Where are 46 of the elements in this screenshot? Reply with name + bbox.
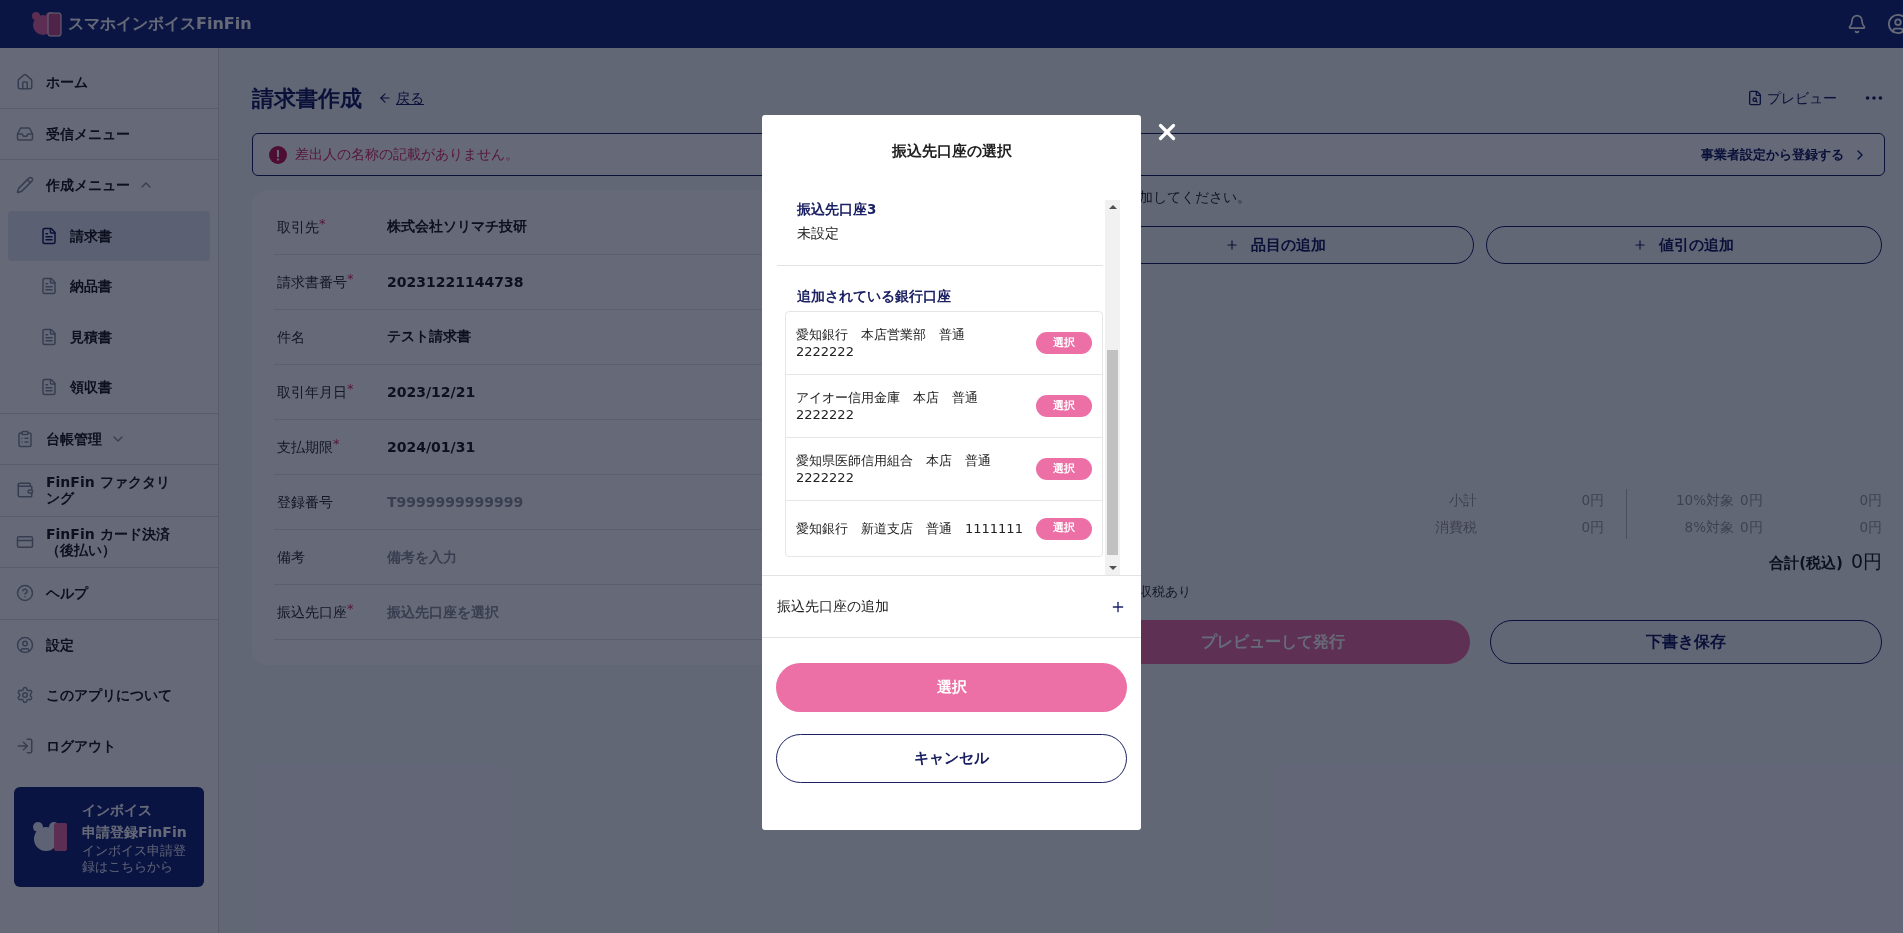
required-mark: *	[347, 271, 354, 286]
field-label: 支払期限	[277, 437, 333, 457]
field-label: 登録番号	[277, 492, 333, 512]
button-label: 値引の追加	[1659, 234, 1735, 256]
field-label: 件名	[277, 327, 305, 347]
sidebar-label: 納品書	[70, 278, 112, 295]
sidebar-label: 台帳管理	[46, 430, 102, 447]
add-account-label: 振込先口座の追加	[777, 597, 889, 617]
account-title: 振込先口座3	[796, 200, 878, 218]
sidebar-label: 受信メニュー	[46, 125, 130, 142]
account-text: 愛知県医師信用組合 本店 普通 2222222	[796, 452, 992, 486]
page-title: 請求書作成	[252, 84, 362, 113]
required-mark: *	[347, 381, 354, 396]
grand-total-value: 0円	[1850, 549, 1882, 574]
account-text: 愛知銀行 新道支店 普通 1111111	[796, 520, 1024, 537]
grand-total-label: 合計(税込)	[1769, 553, 1843, 574]
sidebar-label: 領収書	[70, 379, 112, 396]
field-label: 取引年月日	[277, 382, 347, 402]
sidebar-label: 請求書	[70, 227, 112, 244]
sidebar-label: このアプリについて	[46, 687, 172, 704]
sidebar-label: 設定	[46, 636, 74, 653]
sidebar-label: 作成メニュー	[46, 177, 130, 194]
sidebar-label: ヘルプ	[46, 585, 88, 602]
button-label: 品目の追加	[1250, 234, 1326, 256]
field-label: 請求書番号	[277, 272, 347, 292]
sidebar-label: FinFin ファクタリング	[46, 474, 171, 507]
promo-subtitle: 申請登録FinFin	[82, 823, 188, 842]
field-label: 備考	[277, 547, 305, 567]
warning-message: 差出人の名称の記載がありません。	[295, 145, 519, 164]
account-text: 愛知銀行 本店営業部 普通 2222222	[796, 326, 966, 360]
app-logo-text: スマホインボイスFinFin	[68, 13, 252, 35]
required-mark: *	[319, 216, 326, 231]
sidebar-label: FinFin カード決済（後払い）	[46, 525, 171, 558]
field-label: 取引先	[277, 217, 319, 237]
modal-title: 振込先口座の選択	[890, 141, 1013, 161]
field-label: 振込先口座	[277, 602, 347, 622]
required-mark: *	[347, 601, 354, 616]
sidebar-label: 見積書	[70, 328, 112, 345]
account-text: アイオー信用金庫 本店 普通 2222222	[796, 389, 979, 423]
required-mark: *	[333, 436, 340, 451]
sidebar-label: ホーム	[46, 74, 88, 91]
promo-text: インボイス申請登録はこちらから	[82, 843, 187, 875]
account-status: 未設定	[796, 224, 840, 242]
sidebar-label: ログアウト	[46, 737, 116, 754]
promo-title: インボイス	[82, 801, 153, 820]
section-title: 追加されている銀行口座	[796, 287, 952, 305]
